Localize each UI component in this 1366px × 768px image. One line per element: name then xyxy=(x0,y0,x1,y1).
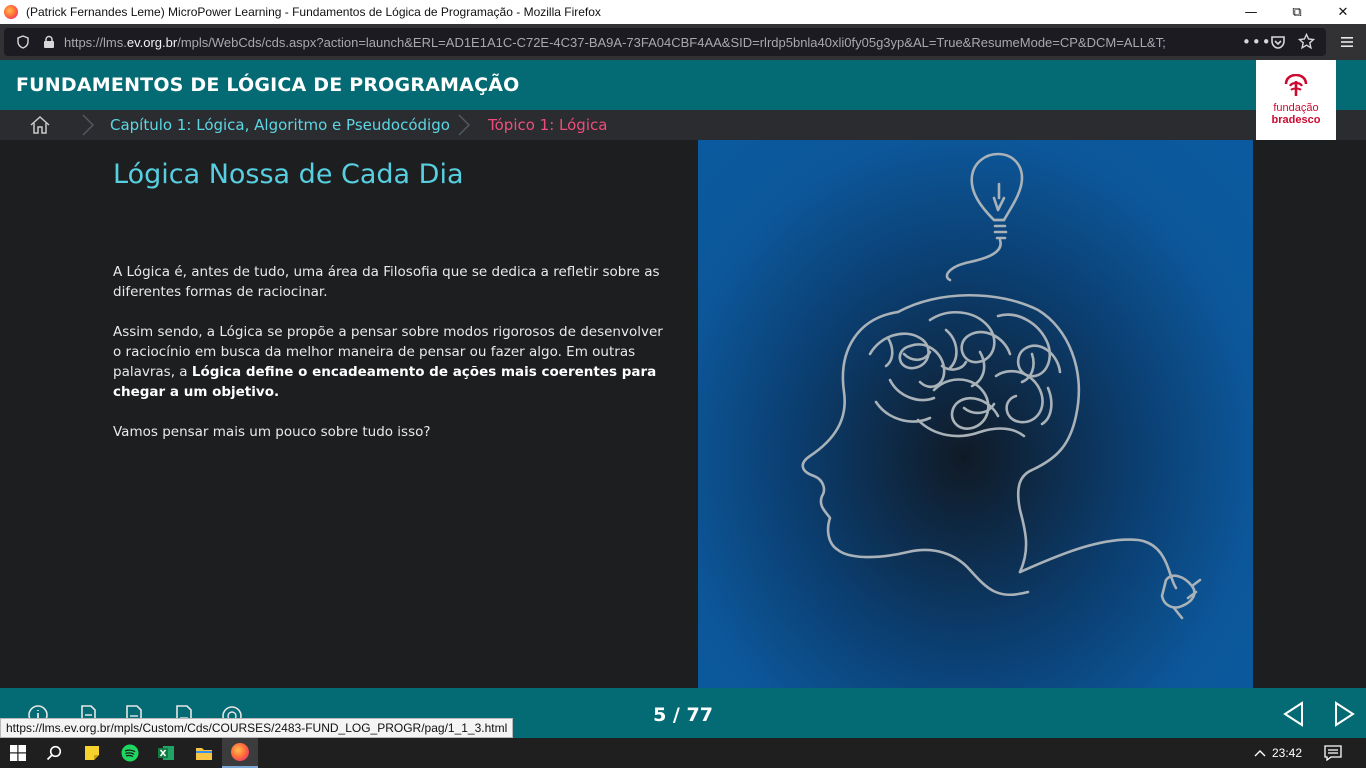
page-counter: 5 / 77 xyxy=(653,704,713,726)
taskbar-firefox[interactable] xyxy=(222,738,258,768)
window-title: (Patrick Fernandes Leme) MicroPower Lear… xyxy=(26,5,601,19)
windows-logo-icon xyxy=(10,745,26,761)
next-page-icon[interactable] xyxy=(1330,700,1358,728)
pocket-icon[interactable] xyxy=(1270,34,1286,50)
url-text[interactable]: https://lms.ev.org.br/mpls/WebCds/cds.as… xyxy=(64,35,1244,50)
chevron-up-icon[interactable] xyxy=(1254,748,1266,758)
search-icon xyxy=(46,745,62,761)
firefox-logo-icon xyxy=(4,5,18,19)
notifications-icon[interactable] xyxy=(1324,745,1342,761)
brain-lightbulb-drawing xyxy=(801,152,1202,620)
taskbar-file-explorer[interactable] xyxy=(186,738,222,768)
taskbar-excel[interactable] xyxy=(148,738,184,768)
lesson-paragraph-1: A Lógica é, antes de tudo, uma área da F… xyxy=(113,264,660,300)
search-button[interactable] xyxy=(36,738,72,768)
url-bar[interactable]: https://lms.ev.org.br/mpls/WebCds/cds.as… xyxy=(4,28,1326,56)
chevron-right-icon xyxy=(458,114,470,136)
window-titlebar: (Patrick Fernandes Leme) MicroPower Lear… xyxy=(0,0,1366,24)
window-controls: — ⧉ ✕ xyxy=(1228,0,1366,24)
brand-line1: fundação xyxy=(1273,102,1319,114)
more-actions-icon[interactable]: ••• xyxy=(1242,33,1272,51)
windows-taskbar: 23:42 xyxy=(0,738,1366,768)
close-icon[interactable]: ✕ xyxy=(1320,0,1366,24)
course-header: FUNDAMENTOS DE LÓGICA DE PROGRAMAÇÃO xyxy=(0,60,1366,110)
lesson-paragraph-2: Assim sendo, a Lógica se propõe a pensar… xyxy=(113,324,663,400)
shield-icon[interactable] xyxy=(16,35,30,49)
course-title: FUNDAMENTOS DE LÓGICA DE PROGRAMAÇÃO xyxy=(16,74,520,96)
taskbar-spotify[interactable] xyxy=(112,738,148,768)
folder-icon xyxy=(196,748,212,760)
brand-line2: bradesco xyxy=(1271,114,1321,126)
breadcrumb-chapter[interactable]: Capítulo 1: Lógica, Algoritmo e Pseudocó… xyxy=(110,116,450,134)
restore-icon[interactable]: ⧉ xyxy=(1274,0,1320,24)
sticky-notes-icon xyxy=(85,746,99,760)
breadcrumb-topic: Tópico 1: Lógica xyxy=(488,116,608,134)
lesson-content: Lógica Nossa de Cada Dia A Lógica é, ant… xyxy=(0,140,1366,688)
firefox-icon xyxy=(231,743,249,761)
lesson-heading: Lógica Nossa de Cada Dia xyxy=(113,159,464,190)
breadcrumb: Capítulo 1: Lógica, Algoritmo e Pseudocó… xyxy=(0,110,1366,140)
taskbar-sticky-notes[interactable] xyxy=(74,738,110,768)
browser-navbar: https://lms.ev.org.br/mpls/WebCds/cds.as… xyxy=(0,24,1366,60)
status-link-preview: https://lms.ev.org.br/mpls/Custom/Cds/CO… xyxy=(0,718,514,738)
home-icon[interactable] xyxy=(29,115,51,135)
previous-page-icon[interactable] xyxy=(1280,700,1308,728)
bradesco-logo-icon xyxy=(1284,74,1308,96)
excel-icon xyxy=(158,746,174,760)
bookmark-star-icon[interactable] xyxy=(1298,33,1315,50)
lesson-paragraph-2-bold: Lógica define o encadeamento de ações ma… xyxy=(113,364,657,400)
spotify-icon xyxy=(121,744,139,762)
brain-lightbulb-illustration xyxy=(698,140,1253,688)
menu-hamburger-icon[interactable] xyxy=(1340,35,1354,49)
start-button[interactable] xyxy=(0,738,36,768)
lesson-paragraph-3: Vamos pensar mais um pouco sobre tudo is… xyxy=(113,424,431,440)
minimize-icon[interactable]: — xyxy=(1228,0,1274,24)
chevron-right-icon xyxy=(82,114,94,136)
taskbar-clock[interactable]: 23:42 xyxy=(1272,746,1302,760)
fundacao-bradesco-logo: fundação bradesco xyxy=(1256,60,1336,140)
lock-icon[interactable] xyxy=(42,35,56,49)
